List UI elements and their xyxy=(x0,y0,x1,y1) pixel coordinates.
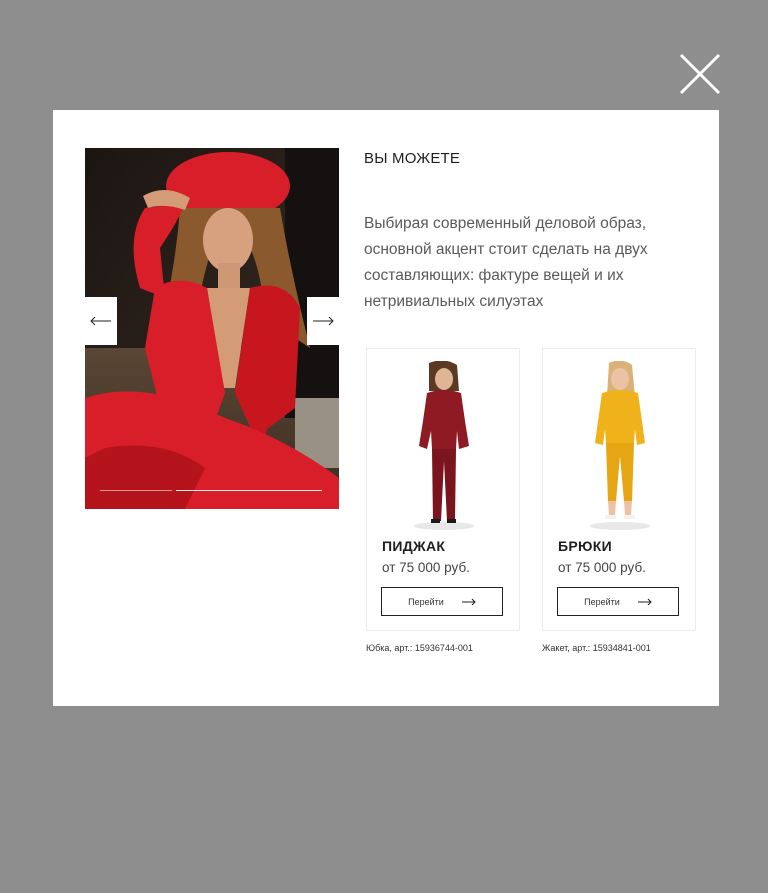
gallery-next-button[interactable] xyxy=(307,297,339,345)
close-icon xyxy=(679,53,721,95)
product-image xyxy=(590,361,650,530)
arrow-right-icon xyxy=(637,598,652,605)
product-name: ПИДЖАК xyxy=(382,538,446,554)
close-button[interactable] xyxy=(676,50,724,98)
button-label: Перейти xyxy=(584,596,620,607)
go-to-product-button[interactable]: Перейти xyxy=(381,587,503,616)
arrow-right-icon xyxy=(461,598,476,605)
modal-dialog: ВЫ МОЖЕТЕ Выбирая современный деловой об… xyxy=(53,110,719,706)
progress-segment xyxy=(100,490,172,491)
product-name: БРЮКИ xyxy=(558,538,612,554)
gallery-progress xyxy=(100,490,322,491)
product-price: от 75 000 руб. xyxy=(558,560,646,575)
product-image xyxy=(414,361,474,530)
arrow-left-icon xyxy=(90,316,111,326)
progress-segment-active xyxy=(176,490,322,491)
product-card[interactable]: ПИДЖАК от 75 000 руб. Перейти xyxy=(366,348,520,631)
image-gallery xyxy=(85,148,339,509)
arrow-right-icon xyxy=(313,316,334,326)
product-card[interactable]: БРЮКИ от 75 000 руб. Перейти xyxy=(542,348,696,631)
section-description: Выбирая современный деловой образ, основ… xyxy=(364,215,648,310)
article-number: Юбка, арт.: 15936744-001 xyxy=(366,643,473,653)
gallery-photo xyxy=(85,148,339,509)
go-to-product-button[interactable]: Перейти xyxy=(557,587,679,616)
gallery-prev-button[interactable] xyxy=(85,297,117,345)
section-title: ВЫ МОЖЕТЕ xyxy=(364,150,461,167)
product-price: от 75 000 руб. xyxy=(382,560,470,575)
button-label: Перейти xyxy=(408,596,444,607)
article-number: Жакет, арт.: 15934841-001 xyxy=(542,643,651,653)
